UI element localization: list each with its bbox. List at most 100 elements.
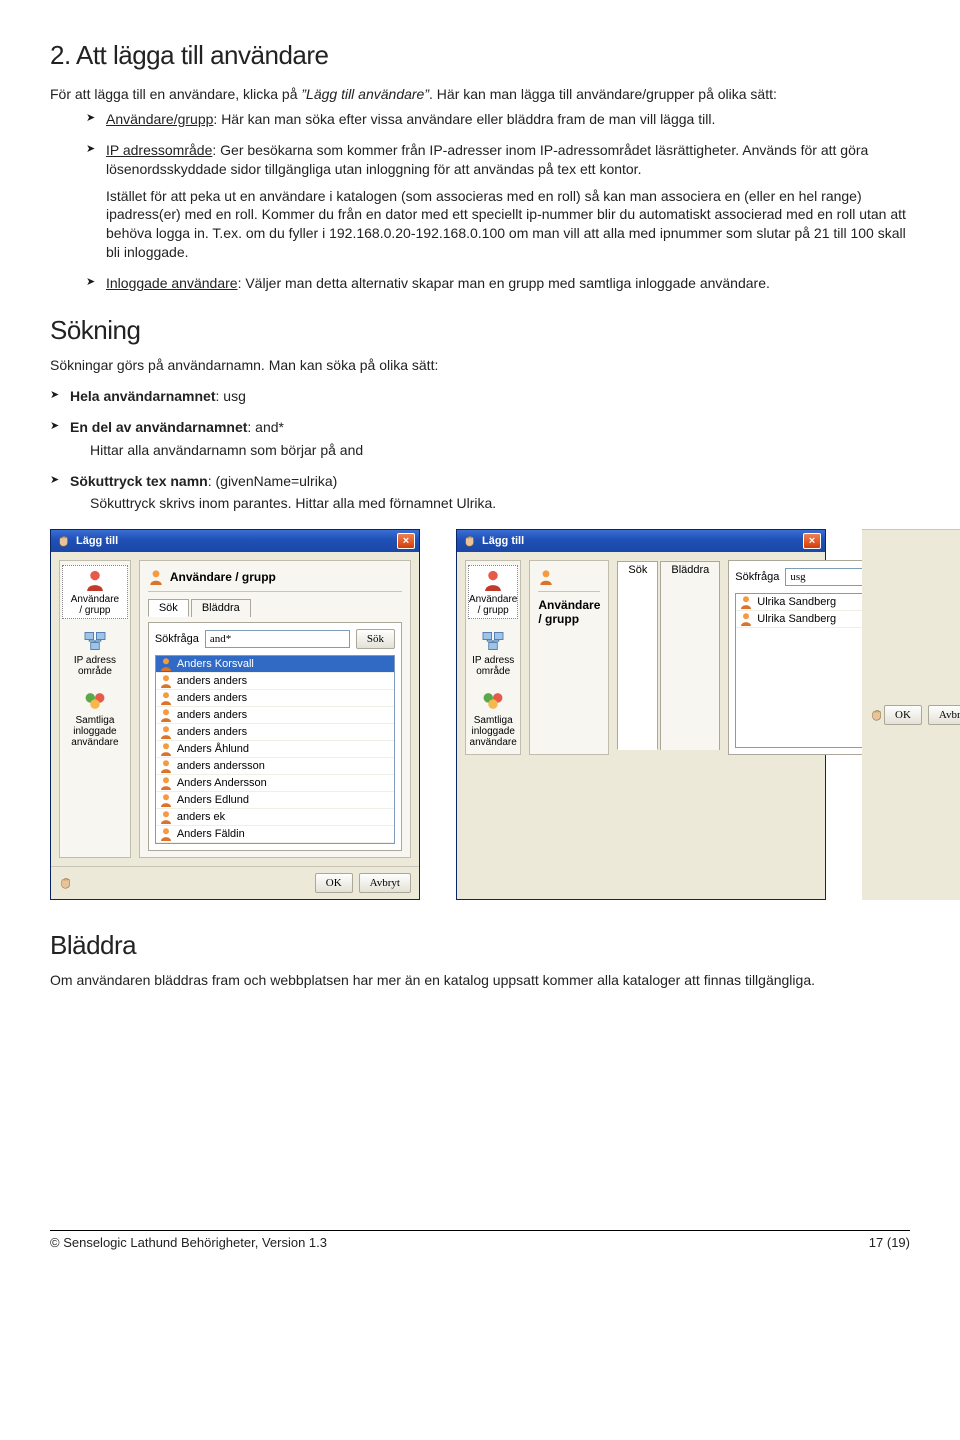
list-item: Användare/grupp: Här kan man söka efter … bbox=[86, 110, 910, 129]
search-intro: Sökningar görs på användarnamn. Man kan … bbox=[50, 356, 910, 375]
result-name: Anders Fäldin bbox=[177, 828, 245, 840]
sidebar-label: användare bbox=[62, 737, 128, 748]
sidebar-label: / grupp bbox=[63, 605, 127, 616]
sidebar-label: Användare bbox=[63, 594, 127, 605]
term: Användare/grupp bbox=[106, 111, 213, 127]
sidebar-item-user-group[interactable]: Användare / grupp bbox=[62, 565, 128, 619]
sidebar-label: inloggade bbox=[62, 726, 128, 737]
titlebar[interactable]: Lägg till × bbox=[457, 530, 825, 552]
result-row[interactable]: Anders Fäldin bbox=[156, 826, 394, 843]
result-row[interactable]: anders ek bbox=[156, 809, 394, 826]
term-text: : and* bbox=[247, 419, 284, 435]
item-extra-para: Istället för att peka ut en användare i … bbox=[106, 187, 910, 263]
sidebar-label: IP adress bbox=[468, 655, 518, 666]
result-name: Anders Korsvall bbox=[177, 658, 254, 670]
intro-prefix: För att lägga till en användare, klicka … bbox=[50, 86, 301, 102]
person-icon bbox=[159, 776, 173, 790]
dialog-add-2: Lägg till × Användare / grupp IP adress … bbox=[456, 529, 826, 900]
sidebar-item-all-logged-in[interactable]: Samtliga inloggade användare bbox=[468, 687, 518, 750]
page-footer: © Senselogic Lathund Behörigheter, Versi… bbox=[50, 1230, 910, 1250]
dialog-add-1: Lägg till × Användare / grupp IP adress … bbox=[50, 529, 420, 900]
sidebar-label: inloggade bbox=[468, 726, 518, 737]
term-text: : (givenName=ulrika) bbox=[208, 473, 338, 489]
sidebar-label: Samtliga bbox=[468, 715, 518, 726]
person-icon bbox=[159, 827, 173, 841]
sidebar: Användare / grupp IP adress område Samtl… bbox=[59, 560, 131, 858]
app-icon bbox=[463, 534, 477, 548]
add-user-options-list: Användare/grupp: Här kan man söka efter … bbox=[50, 110, 910, 293]
term-text: : Ger besökarna som kommer från IP-adres… bbox=[106, 142, 868, 177]
sidebar-label: IP adress bbox=[62, 655, 128, 666]
result-row[interactable]: anders andersson bbox=[156, 758, 394, 775]
result-name: anders andersson bbox=[177, 760, 265, 772]
ok-button[interactable]: OK bbox=[315, 873, 353, 893]
term: Sökuttryck tex namn bbox=[70, 473, 208, 489]
result-name: anders anders bbox=[177, 692, 247, 704]
tab-browse[interactable]: Bläddra bbox=[191, 599, 251, 617]
sidebar-label: område bbox=[468, 666, 518, 677]
item-note: Sökuttryck skrivs inom parantes. Hittar … bbox=[90, 494, 910, 513]
tab-search[interactable]: Sök bbox=[617, 561, 658, 750]
list-item: Hela användarnamnet: usg bbox=[50, 387, 910, 406]
sidebar-label: Användare bbox=[469, 594, 517, 605]
result-name: anders ek bbox=[177, 811, 225, 823]
sidebar-label: / grupp bbox=[469, 605, 517, 616]
cancel-button[interactable]: Avbryt bbox=[359, 873, 411, 893]
result-row[interactable]: anders anders bbox=[156, 673, 394, 690]
hand-icon bbox=[59, 876, 73, 890]
sidebar-item-all-logged-in[interactable]: Samtliga inloggade användare bbox=[62, 687, 128, 750]
result-name: Anders Åhlund bbox=[177, 743, 249, 755]
result-row[interactable]: Anders Åhlund bbox=[156, 741, 394, 758]
result-row[interactable]: anders anders bbox=[156, 724, 394, 741]
tab-browse[interactable]: Bläddra bbox=[660, 561, 720, 750]
sidebar-item-user-group[interactable]: Användare / grupp bbox=[468, 565, 518, 619]
person-icon bbox=[159, 759, 173, 773]
hand-icon bbox=[870, 708, 884, 722]
heading-add-user: 2. Att lägga till användare bbox=[50, 40, 910, 71]
result-name: Anders Edlund bbox=[177, 794, 249, 806]
person-icon bbox=[159, 708, 173, 722]
result-row[interactable]: Anders Korsvall bbox=[156, 656, 394, 673]
person-icon bbox=[159, 725, 173, 739]
group-icon bbox=[479, 689, 507, 713]
result-row[interactable]: Anders Edlund bbox=[156, 792, 394, 809]
result-row[interactable]: anders anders bbox=[156, 690, 394, 707]
sidebar-label: område bbox=[62, 666, 128, 677]
term-text: : Här kan man söka efter vissa användare… bbox=[213, 111, 715, 127]
ok-button[interactable]: OK bbox=[884, 705, 922, 725]
footer-right: 17 (19) bbox=[869, 1235, 910, 1250]
group-icon bbox=[81, 689, 109, 713]
person-icon bbox=[159, 810, 173, 824]
result-row[interactable]: Anders Andersson bbox=[156, 775, 394, 792]
close-icon[interactable]: × bbox=[397, 533, 415, 549]
search-input[interactable] bbox=[205, 630, 350, 648]
browse-text: Om användaren bläddras fram och webbplat… bbox=[50, 971, 910, 990]
window-title: Lägg till bbox=[482, 535, 524, 547]
result-name: anders anders bbox=[177, 726, 247, 738]
search-label: Sökfråga bbox=[735, 571, 779, 583]
person-icon bbox=[159, 742, 173, 756]
person-icon bbox=[739, 612, 753, 626]
panel-title: Användare / grupp bbox=[538, 598, 600, 626]
search-button[interactable]: Sök bbox=[356, 629, 395, 649]
person-icon bbox=[159, 657, 173, 671]
sidebar-item-ip-range[interactable]: IP adress område bbox=[468, 627, 518, 679]
result-name: Ulrika Sandberg bbox=[757, 613, 836, 625]
person-icon bbox=[159, 793, 173, 807]
term: Inloggade användare bbox=[106, 275, 238, 291]
tab-search[interactable]: Sök bbox=[148, 599, 189, 617]
intro-suffix: . Här kan man lägga till användare/grupp… bbox=[429, 86, 777, 102]
titlebar[interactable]: Lägg till × bbox=[51, 530, 419, 552]
sidebar-label: Samtliga bbox=[62, 715, 128, 726]
result-name: anders anders bbox=[177, 675, 247, 687]
result-row[interactable]: anders anders bbox=[156, 707, 394, 724]
sidebar-item-ip-range[interactable]: IP adress område bbox=[62, 627, 128, 679]
list-item: En del av användarnamnet: and* Hittar al… bbox=[50, 418, 910, 460]
window-title: Lägg till bbox=[76, 535, 118, 547]
sidebar: Användare / grupp IP adress område Samtl… bbox=[465, 560, 521, 755]
footer-left: © Senselogic Lathund Behörigheter, Versi… bbox=[50, 1235, 327, 1250]
close-icon[interactable]: × bbox=[803, 533, 821, 549]
search-results-list[interactable]: Anders Korsvall anders anders anders ander… bbox=[155, 655, 395, 844]
search-methods-list: Hela användarnamnet: usg En del av använ… bbox=[50, 387, 910, 513]
cancel-button[interactable]: Avbryt bbox=[928, 705, 960, 725]
